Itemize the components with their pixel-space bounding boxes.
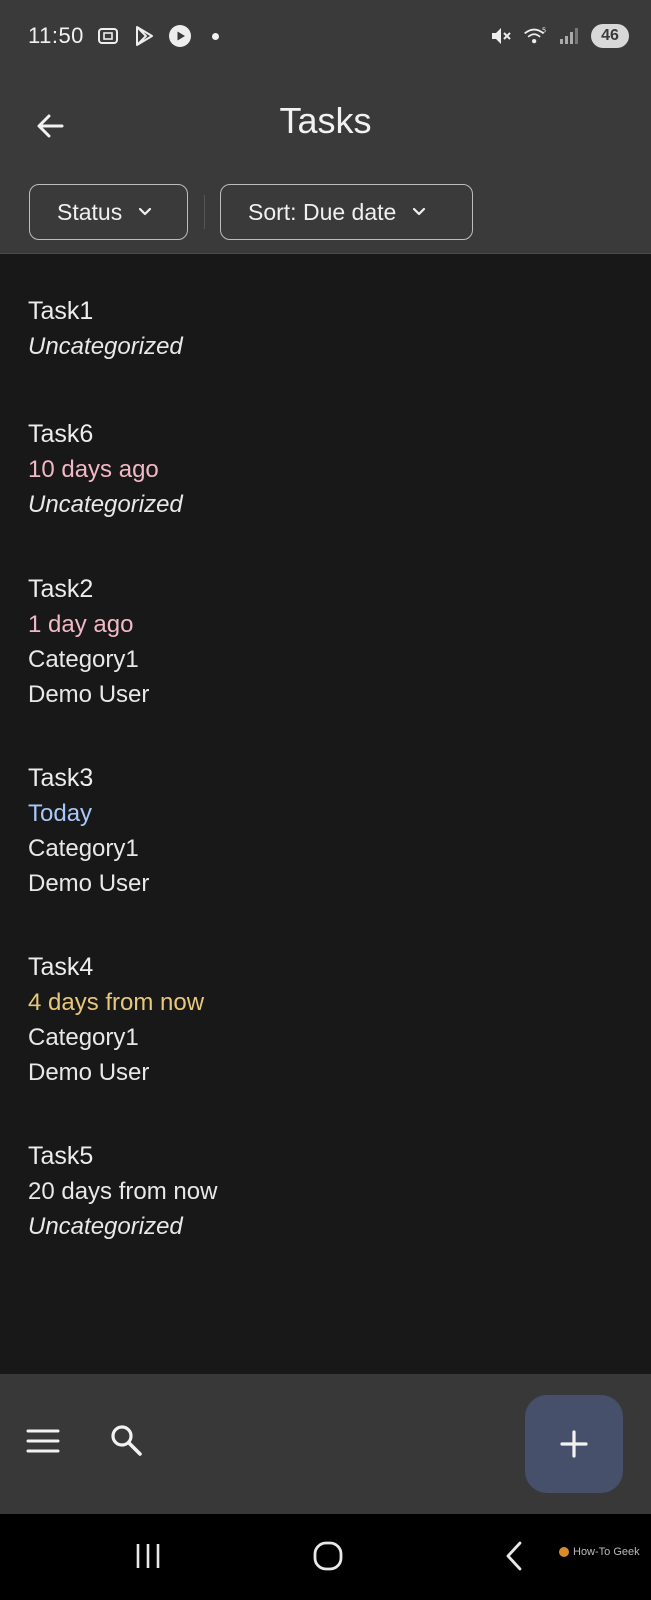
task-title: Task5	[28, 1142, 94, 1170]
task-due-date: Today	[28, 800, 93, 827]
play-store-icon	[132, 24, 156, 48]
task-title: Task2	[28, 575, 94, 603]
sort-label: Sort: Due date	[248, 198, 397, 225]
status-right: 5 46	[489, 24, 629, 48]
task-item[interactable]: Task6 10 days ago Uncategorized	[28, 417, 628, 522]
task-assignee: Demo User	[28, 681, 150, 708]
task-assignee: Demo User	[28, 870, 150, 897]
add-task-fab[interactable]	[525, 1395, 623, 1493]
menu-button[interactable]	[22, 1420, 64, 1462]
task-category: Category1	[28, 1024, 139, 1051]
status-bar: 11:50 5 46	[0, 0, 651, 72]
task-category: Uncategorized	[28, 491, 183, 518]
home-icon	[313, 1541, 343, 1571]
status-left: 11:50	[28, 23, 219, 49]
task-category: Category1	[28, 646, 139, 673]
status-filter-chip[interactable]: Status	[29, 184, 188, 240]
bottom-app-bar	[0, 1374, 651, 1514]
search-icon	[111, 1425, 142, 1456]
filter-bar: Status Sort: Due date	[29, 184, 473, 240]
plus-icon	[560, 1430, 588, 1458]
chevron-down-icon	[413, 207, 426, 216]
chevron-down-icon	[139, 207, 152, 216]
task-category: Category1	[28, 835, 139, 862]
signal-icon	[557, 24, 581, 48]
task-item[interactable]: Task1 Uncategorized	[28, 294, 628, 364]
task-item[interactable]: Task2 1 day ago Category1 Demo User	[28, 572, 628, 712]
task-title: Task4	[28, 953, 94, 981]
task-assignee: Demo User	[28, 1059, 150, 1086]
system-nav-bar: How-To Geek	[0, 1514, 651, 1600]
task-title: Task1	[28, 297, 94, 325]
youtube-icon	[168, 24, 192, 48]
task-category: Uncategorized	[28, 333, 183, 360]
task-title: Task3	[28, 764, 94, 792]
notification-dot	[211, 32, 219, 40]
battery-icon: 46	[591, 24, 629, 48]
screenshot-icon	[96, 24, 120, 48]
nav-back-button[interactable]	[494, 1536, 534, 1576]
task-item[interactable]: Task4 4 days from now Category1 Demo Use…	[28, 950, 628, 1090]
wifi-icon: 5	[523, 24, 547, 48]
task-item[interactable]: Task3 Today Category1 Demo User	[28, 761, 628, 901]
howtogeek-logo-icon	[559, 1547, 569, 1557]
watermark: How-To Geek	[558, 1546, 640, 1558]
task-due-date: 1 day ago	[28, 611, 134, 638]
task-title: Task6	[28, 420, 94, 448]
recent-apps-button[interactable]	[128, 1536, 168, 1576]
mute-icon	[489, 24, 513, 48]
watermark-text: How-To Geek	[573, 1546, 640, 1558]
home-button[interactable]	[308, 1536, 348, 1576]
recent-apps-icon	[136, 1544, 160, 1568]
back-chevron-icon	[506, 1541, 522, 1571]
task-item[interactable]: Task5 20 days from now Uncategorized	[28, 1139, 628, 1244]
task-due-date: 20 days from now	[28, 1178, 218, 1205]
page-title: Tasks	[279, 100, 372, 141]
chip-divider	[204, 195, 205, 229]
status-filter-label: Status	[57, 198, 123, 225]
app-bar: Tasks Status Sort: Due date	[0, 72, 651, 254]
task-due-date: 4 days from now	[28, 989, 205, 1016]
task-due-date: 10 days ago	[28, 456, 159, 483]
status-time: 11:50	[28, 23, 84, 48]
hamburger-menu-icon	[26, 1429, 60, 1453]
search-button[interactable]	[104, 1418, 148, 1462]
sort-chip[interactable]: Sort: Due date	[220, 184, 473, 240]
svg-text:5: 5	[542, 27, 546, 35]
task-category: Uncategorized	[28, 1213, 183, 1240]
